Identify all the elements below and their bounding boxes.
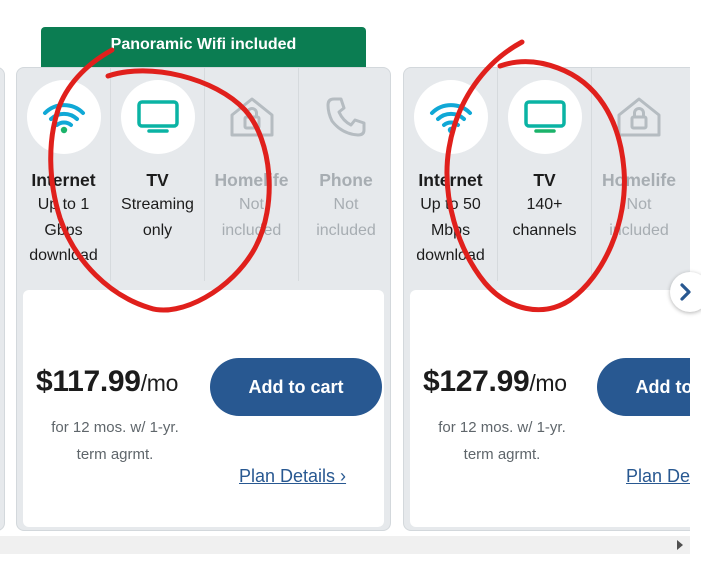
home-lock-icon: [215, 80, 289, 154]
plan-card: Internet Up to 1 Gbps download TV Stream…: [16, 67, 391, 531]
feature-title: Internet: [418, 170, 483, 190]
price-terms: for 12 mos. w/ 1-yr. term agrmt.: [51, 419, 179, 463]
price-box: $127.99/mo for 12 mos. w/ 1-yr. term agr…: [410, 290, 690, 527]
tv-icon: [120, 80, 195, 154]
feature-title: Phone: [319, 170, 373, 190]
wifi-icon: [26, 80, 101, 154]
feature-internet: Internet Up to 50 Mbps download: [404, 68, 498, 281]
plan-details-link[interactable]: Plan Details ›: [239, 466, 346, 487]
add-to-cart-button[interactable]: Add to cart: [597, 358, 690, 416]
feature-desc: 140+ channels: [512, 196, 577, 239]
plan-price: $127.99/mo: [423, 365, 567, 398]
price-box: $117.99/mo for 12 mos. w/ 1-yr. term agr…: [23, 290, 384, 527]
feature-title: TV: [533, 170, 556, 190]
phone-icon: [309, 80, 383, 154]
plan-features: Internet Up to 1 Gbps download TV Stream…: [17, 68, 393, 281]
plans-carousel: Panoramic Wifi included Internet Up to 1…: [0, 0, 690, 536]
previous-plan-card-edge[interactable]: [0, 67, 5, 531]
feature-tv: TV 140+ channels: [498, 68, 592, 281]
feature-homelife: Homelife Not included: [592, 68, 686, 281]
tv-icon: [507, 80, 582, 154]
home-lock-icon: [602, 80, 676, 154]
plan-features: Internet Up to 50 Mbps download TV 140+: [404, 68, 686, 281]
wifi-banner: Panoramic Wifi included: [41, 27, 366, 67]
feature-internet: Internet Up to 1 Gbps download: [17, 68, 111, 281]
feature-desc: Not included: [316, 196, 376, 239]
feature-title: Homelife: [602, 170, 676, 190]
feature-desc: Streaming only: [121, 196, 194, 239]
feature-title: Homelife: [214, 170, 289, 190]
feature-desc: Up to 50 Mbps download: [416, 196, 485, 264]
scroll-right-arrow-icon[interactable]: [677, 540, 683, 550]
feature-title: TV: [146, 170, 169, 190]
feature-desc: Not included: [609, 196, 669, 239]
horizontal-scrollbar[interactable]: [0, 536, 690, 554]
feature-phone: Phone Not included: [299, 68, 393, 281]
plan-details-link[interactable]: Plan Details ›: [626, 466, 690, 487]
chevron-right-icon: [680, 283, 691, 301]
wifi-banner-text: Panoramic Wifi included: [110, 36, 297, 53]
feature-tv: TV Streaming only: [111, 68, 205, 281]
feature-desc: Up to 1 Gbps download: [29, 196, 98, 264]
add-to-cart-button[interactable]: Add to cart: [210, 358, 382, 416]
feature-title: Internet: [31, 170, 96, 190]
scrollbar-thumb[interactable]: [18, 539, 658, 551]
plan-price: $117.99/mo: [36, 365, 179, 398]
plan-card: Internet Up to 50 Mbps download TV 140+: [403, 67, 690, 531]
wifi-icon: [413, 80, 488, 154]
price-terms: for 12 mos. w/ 1-yr. term agrmt.: [438, 419, 566, 463]
feature-desc: Not included: [221, 196, 282, 239]
feature-homelife: Homelife Not included: [205, 68, 299, 281]
